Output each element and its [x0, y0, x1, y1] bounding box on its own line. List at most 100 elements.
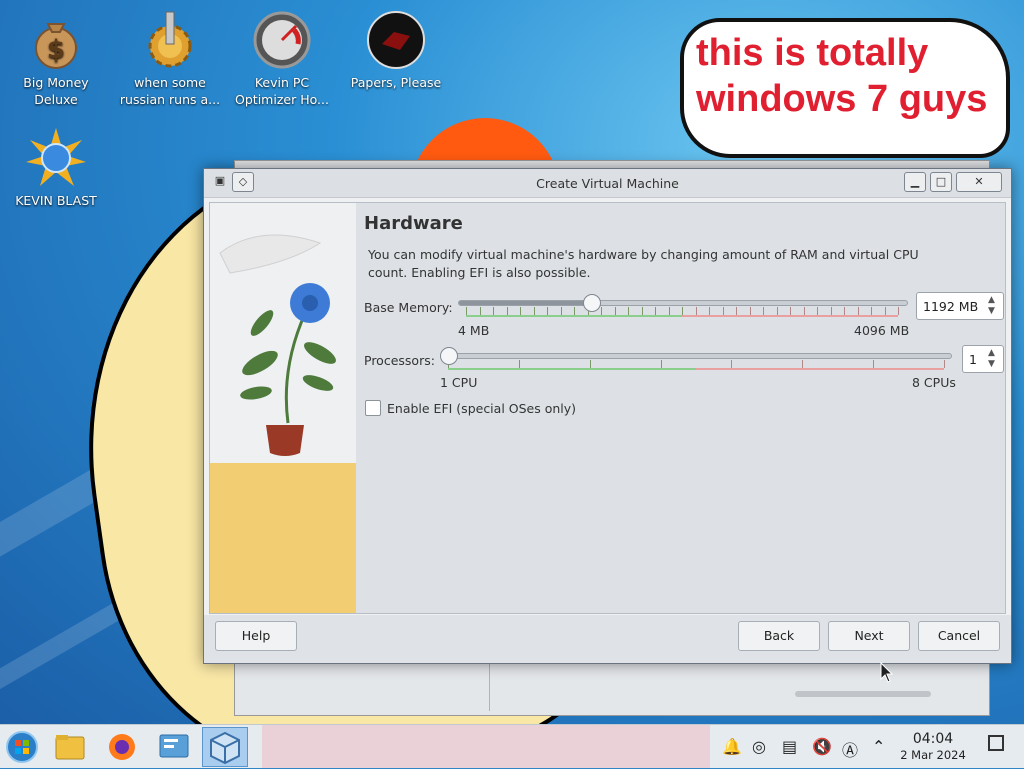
- slider-ticks: [448, 360, 945, 370]
- clock-time[interactable]: 04:04: [900, 731, 966, 747]
- slider-tick: [831, 307, 832, 315]
- papers-please-icon: [366, 10, 426, 70]
- wizard-watermark-image: [210, 203, 356, 613]
- bubble-line: windows 7 guys: [696, 78, 988, 120]
- close-icon[interactable]: ✕: [956, 172, 1002, 192]
- slider-fill: [459, 301, 593, 305]
- gear-icon: [140, 10, 200, 70]
- slider-tick: [696, 307, 697, 315]
- clock-date[interactable]: 2 Mar 2024: [894, 748, 972, 762]
- slider-tick: [944, 360, 945, 368]
- slider-tick: [520, 307, 521, 315]
- slider-tick: [736, 307, 737, 315]
- slider-tick: [493, 307, 494, 315]
- processors-value: 1: [969, 352, 977, 367]
- base-memory-label: Base Memory:: [364, 300, 453, 315]
- slider-tick: [507, 307, 508, 315]
- slider-tick: [519, 360, 520, 368]
- notifications-icon[interactable]: 🔔: [722, 737, 742, 756]
- clipboard-icon[interactable]: ▤: [782, 737, 797, 756]
- minimize-icon[interactable]: ▁: [904, 172, 926, 192]
- slider-tick: [547, 307, 548, 315]
- network-icon[interactable]: ◎: [752, 737, 766, 756]
- taskbar: 🔔 ◎ ▤ 🔇 Ⓐ ⌃ 04:04 2 Mar 2024: [0, 724, 1024, 768]
- wizard-page: Hardware You can modify virtual machine'…: [209, 202, 1006, 614]
- desktop-icon-big-money[interactable]: $ Big Money Deluxe: [4, 10, 108, 108]
- bubble-line: this is totally: [696, 32, 929, 74]
- desktop-icon-kevin-blast[interactable]: KEVIN BLAST: [4, 128, 108, 209]
- slider-tick: [885, 307, 886, 315]
- page-title: Hardware: [364, 213, 463, 234]
- cancel-button[interactable]: Cancel: [918, 621, 1000, 651]
- slider-tick: [844, 307, 845, 315]
- slider-tick: [709, 307, 710, 315]
- slider-tick: [802, 360, 803, 368]
- desktop-icon-kevin-pc-optimizer[interactable]: Kevin PC Optimizer Ho...: [230, 10, 334, 108]
- slider-handle[interactable]: [583, 294, 601, 312]
- icon-label: Kevin PC: [254, 75, 310, 90]
- slider-tick: [790, 307, 791, 315]
- processors-label: Processors:: [364, 353, 435, 368]
- slider-handle[interactable]: [440, 347, 458, 365]
- slider-tick: [574, 307, 575, 315]
- efi-label[interactable]: Enable EFI (special OSes only): [387, 401, 576, 416]
- slider-tick: [817, 307, 818, 315]
- desktop-icon-papers-please[interactable]: Papers, Please: [344, 10, 448, 91]
- slider-tick: [777, 307, 778, 315]
- title-bar[interactable]: ▣ ◇ Create Virtual Machine ▁ □ ✕: [204, 169, 1011, 198]
- memory-value: 1192 MB: [923, 299, 979, 314]
- efi-checkbox[interactable]: [365, 400, 381, 416]
- show-desktop-icon[interactable]: [988, 735, 1004, 751]
- start-button[interactable]: [2, 729, 42, 765]
- firefox-icon[interactable]: [102, 729, 142, 765]
- speech-bubble-text: this is totally windows 7 guys: [696, 30, 996, 122]
- desktop-icon-russian[interactable]: when some russian runs a...: [118, 10, 222, 108]
- slider-tick: [750, 307, 751, 315]
- slider-tick: [466, 307, 467, 315]
- base-memory-slider[interactable]: [458, 293, 908, 317]
- processors-spinbox[interactable]: 1 ▲ ▼: [962, 345, 1004, 373]
- keyboard-layout-icon[interactable]: Ⓐ: [842, 737, 858, 761]
- system-settings-icon[interactable]: [154, 729, 194, 765]
- icon-label: when some: [134, 75, 206, 90]
- slider-tick: [601, 307, 602, 315]
- memory-min-label: 4 MB: [458, 323, 490, 338]
- window-title: Create Virtual Machine: [536, 176, 679, 191]
- icon-label: Papers, Please: [350, 75, 442, 90]
- slider-range-line: [466, 315, 898, 317]
- icon-label: Optimizer Ho...: [235, 92, 329, 107]
- icon-label: KEVIN BLAST: [15, 193, 97, 208]
- processors-slider[interactable]: [440, 346, 952, 370]
- processors-min-label: 1 CPU: [440, 375, 478, 390]
- button-bar: Help Back Next Cancel: [204, 615, 1011, 663]
- slider-tick: [682, 307, 683, 315]
- globe-burst-icon: [26, 128, 86, 188]
- tray-expand-icon[interactable]: ⌃: [872, 737, 885, 756]
- spin-arrows-icon[interactable]: ▲ ▼: [988, 295, 1000, 317]
- slider-ticks: [466, 307, 899, 317]
- icon-label: russian runs a...: [119, 92, 221, 107]
- slider-tick: [723, 307, 724, 315]
- help-button[interactable]: Help: [215, 621, 297, 651]
- volume-muted-icon[interactable]: 🔇: [812, 737, 832, 756]
- virtualbox-task-icon[interactable]: [202, 727, 248, 767]
- mouse-cursor-icon: [880, 662, 894, 683]
- spin-arrows-icon[interactable]: ▲ ▼: [988, 348, 1000, 370]
- memory-spinbox[interactable]: 1192 MB ▲ ▼: [916, 292, 1004, 320]
- create-vm-dialog: ▣ ◇ Create Virtual Machine ▁ □ ✕ Hardwar…: [203, 168, 1012, 664]
- maximize-icon[interactable]: □: [930, 172, 952, 192]
- slider-tick: [480, 307, 481, 315]
- icon-label: Big Money: [23, 75, 89, 90]
- back-button[interactable]: Back: [738, 621, 820, 651]
- slider-tick: [858, 307, 859, 315]
- speedometer-icon: [252, 10, 312, 70]
- slider-range-line: [448, 368, 944, 370]
- file-manager-icon[interactable]: [50, 729, 90, 765]
- slider-track: [458, 300, 908, 306]
- page-description: You can modify virtual machine's hardwar…: [368, 247, 919, 280]
- next-button[interactable]: Next: [828, 621, 910, 651]
- slider-tick: [731, 360, 732, 368]
- slider-tick: [669, 307, 670, 315]
- svg-text:$: $: [47, 35, 65, 65]
- slider-tick: [561, 307, 562, 315]
